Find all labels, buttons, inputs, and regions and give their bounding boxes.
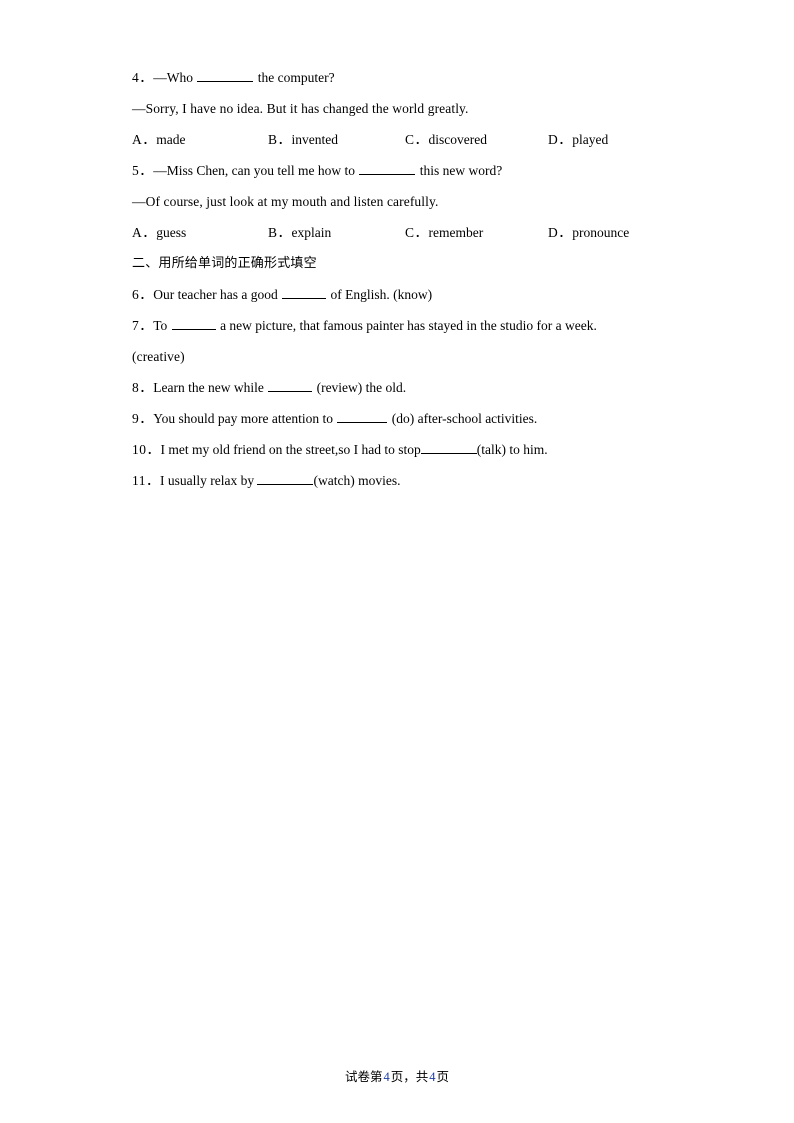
item-7-text-before: To: [153, 318, 171, 333]
question-4-number: 4．: [132, 70, 154, 85]
footer-total-pages: 4: [429, 1070, 436, 1084]
item-8: 8．Learn the new while (review) the old.: [132, 372, 632, 403]
footer-page-number: 4: [383, 1070, 390, 1084]
question-4-option-c-label: C．: [405, 132, 429, 147]
question-5-option-c-label: C．: [405, 225, 429, 240]
question-5-options: A．guess B．explain C．remember D．pronounce: [132, 217, 632, 248]
footer-prefix: 试卷第: [344, 1069, 383, 1084]
question-5-number: 5．: [132, 163, 154, 178]
page-footer: 试卷第4页，共4页: [0, 1068, 794, 1086]
question-5-option-c-text: remember: [428, 225, 484, 240]
item-10-text-before: I met my old friend on the street,so I h…: [160, 442, 421, 457]
question-5-option-a-text: guess: [156, 225, 187, 240]
question-4-stem: 4．—Who the computer?: [132, 62, 632, 93]
item-6-text-after: of English. (know): [327, 287, 433, 302]
question-5-option-a[interactable]: A．guess: [132, 217, 186, 248]
item-8-text-before: Learn the new while: [153, 380, 268, 395]
item-8-text-after: (review) the old.: [313, 380, 407, 395]
question-4-option-d-text: played: [572, 132, 609, 147]
footer-suffix: 页: [436, 1069, 450, 1084]
question-5-stem: 5．—Miss Chen, can you tell me how to thi…: [132, 155, 632, 186]
item-7-continuation: (creative): [132, 349, 185, 364]
question-4-option-a-label: A．: [132, 132, 157, 147]
item-10-number: 10．: [132, 442, 161, 457]
item-11: 11．I usually relax by (watch) movies.: [132, 465, 632, 496]
item-7-text-after: a new picture, that famous painter has s…: [216, 318, 597, 333]
question-5-option-c[interactable]: C．remember: [405, 217, 483, 248]
item-11-text-after: (watch) movies.: [313, 473, 401, 488]
question-4-option-b-label: B．: [268, 132, 292, 147]
question-5-option-b-text: explain: [291, 225, 332, 240]
item-9-text-after: (do) after-school activities.: [388, 411, 538, 426]
question-5-blank[interactable]: [359, 162, 416, 175]
item-7-number: 7．: [132, 318, 154, 333]
item-9: 9．You should pay more attention to (do) …: [132, 403, 632, 434]
item-10: 10．I met my old friend on the street,so …: [132, 434, 632, 465]
question-4-option-a-text: made: [156, 132, 186, 147]
question-5-option-a-label: A．: [132, 225, 157, 240]
item-10-text-after: (talk) to him.: [476, 442, 548, 457]
question-5-text-after: this new word?: [416, 163, 503, 178]
question-4-option-b[interactable]: B．invented: [268, 124, 338, 155]
question-5-option-d-label: D．: [548, 225, 573, 240]
item-9-blank[interactable]: [337, 410, 388, 423]
item-6-blank[interactable]: [282, 286, 327, 299]
item-11-text-before: I usually relax by: [160, 473, 258, 488]
item-8-blank[interactable]: [268, 379, 313, 392]
question-4-text-after: the computer?: [254, 70, 335, 85]
section-two-heading: 二、用所给单词的正确形式填空: [132, 256, 317, 271]
exam-page: 4．—Who the computer? —Sorry, I have no i…: [0, 0, 794, 1123]
item-6-text-before: Our teacher has a good: [153, 287, 282, 302]
question-4-options: A．made B．invented C．discovered D．played: [132, 124, 632, 155]
question-5-option-b[interactable]: B．explain: [268, 217, 331, 248]
page-content: 4．—Who the computer? —Sorry, I have no i…: [132, 62, 632, 496]
question-5-answer-line: —Of course, just look at my mouth and li…: [132, 194, 439, 209]
item-6: 6．Our teacher has a good of English. (kn…: [132, 279, 632, 310]
item-6-number: 6．: [132, 287, 154, 302]
question-4-option-c-text: discovered: [428, 132, 487, 147]
question-4-option-b-text: invented: [291, 132, 339, 147]
footer-middle: 页，共: [390, 1069, 429, 1084]
question-4-option-d-label: D．: [548, 132, 573, 147]
item-9-text-before: You should pay more attention to: [153, 411, 337, 426]
question-4-text-before: —Who: [153, 70, 197, 85]
item-10-blank[interactable]: [420, 441, 477, 454]
question-5-option-b-label: B．: [268, 225, 292, 240]
item-8-number: 8．: [132, 380, 154, 395]
question-4-option-a[interactable]: A．made: [132, 124, 186, 155]
question-5-text-before: —Miss Chen, can you tell me how to: [153, 163, 359, 178]
item-11-number: 11．: [132, 473, 160, 488]
question-5-option-d[interactable]: D．pronounce: [548, 217, 629, 248]
question-4-blank[interactable]: [197, 69, 254, 82]
question-5-option-d-text: pronounce: [572, 225, 630, 240]
item-7: 7．To a new picture, that famous painter …: [132, 310, 632, 341]
item-11-blank[interactable]: [257, 472, 314, 485]
question-4-answer-line: —Sorry, I have no idea. But it has chang…: [132, 101, 469, 116]
question-4-option-d[interactable]: D．played: [548, 124, 608, 155]
question-4-option-c[interactable]: C．discovered: [405, 124, 487, 155]
item-7-blank[interactable]: [171, 317, 216, 330]
item-9-number: 9．: [132, 411, 154, 426]
